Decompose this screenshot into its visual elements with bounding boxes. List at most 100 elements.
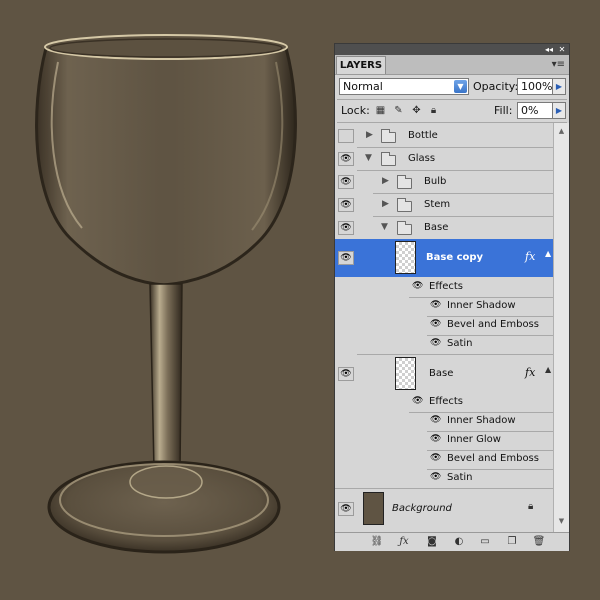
eye-icon[interactable]: 👁︎	[430, 472, 441, 482]
tab-layers[interactable]: LAYERS	[336, 56, 386, 74]
chevron-down-icon[interactable]: ▼	[454, 80, 467, 93]
eye-icon[interactable]: 👁︎	[338, 198, 354, 212]
scroll-down-icon[interactable]: ▼	[555, 515, 568, 528]
effect-item[interactable]: 👁︎ Satin	[335, 470, 553, 489]
expand-arrow-icon[interactable]: ▶	[366, 130, 373, 140]
effect-name: Inner Shadow	[447, 300, 516, 311]
opacity-arrow-button[interactable]: ▶	[552, 78, 566, 95]
effect-item[interactable]: 👁︎ Bevel and Emboss	[335, 317, 553, 336]
wine-glass-illustration	[35, 34, 297, 554]
delete-layer-icon[interactable]: 🗑︎	[532, 535, 546, 548]
eye-icon[interactable]: 👁︎	[430, 415, 441, 425]
layer-row-base-group[interactable]: 👁︎ ▼ Base	[335, 217, 553, 239]
fx-icon[interactable]: fx	[525, 366, 535, 379]
visibility-toggle[interactable]: ●	[338, 129, 354, 143]
new-adjustment-layer-icon[interactable]: ◐	[452, 535, 466, 548]
collapse-arrow-icon[interactable]: ▼	[381, 222, 388, 232]
effects-header[interactable]: 👁︎ Effects	[335, 279, 553, 298]
effects-label: Effects	[429, 281, 463, 292]
layer-row-bottle[interactable]: ● ▶ Bottle	[335, 125, 553, 148]
eye-icon[interactable]: 👁︎	[430, 453, 441, 463]
panel-titlebar[interactable]: ◂◂ ✕	[335, 44, 569, 55]
eye-icon[interactable]: 👁︎	[338, 502, 354, 516]
blend-mode-value: Normal	[343, 80, 383, 93]
blend-mode-select[interactable]: Normal ▼	[339, 78, 469, 95]
add-layer-style-icon[interactable]: ƒx	[397, 535, 411, 548]
lock-label: Lock:	[341, 104, 370, 117]
effect-item[interactable]: 👁︎ Satin	[335, 336, 553, 355]
divider	[337, 99, 567, 100]
fill-arrow-button[interactable]: ▶	[552, 102, 566, 119]
eye-icon[interactable]: 👁︎	[430, 300, 441, 310]
layer-thumbnail	[363, 492, 384, 525]
layer-list: ● ▶ Bottle 👁︎ ▼ Glass 👁︎ ▶ Bulb 👁︎ ▶	[335, 123, 553, 532]
eye-icon[interactable]: 👁︎	[338, 251, 354, 265]
layer-row-glass[interactable]: 👁︎ ▼ Glass	[335, 148, 553, 171]
glass-stem	[149, 283, 183, 471]
add-layer-mask-icon[interactable]: ◙	[425, 535, 439, 548]
collapse-effects-arrow-icon[interactable]: ▲	[545, 365, 551, 374]
layer-name: Glass	[408, 153, 436, 164]
lock-position-icon[interactable]: ✥	[411, 105, 422, 116]
lock-icon: 🔒︎	[528, 501, 534, 512]
folder-icon	[397, 221, 412, 235]
effect-name: Inner Shadow	[447, 415, 516, 426]
layer-row-background[interactable]: 👁︎ Background 🔒︎	[335, 489, 553, 529]
eye-icon[interactable]: 👁︎	[338, 367, 354, 381]
link-layers-icon[interactable]: ⛓	[370, 535, 384, 548]
fill-label: Fill:	[494, 104, 513, 117]
eye-icon[interactable]: 👁︎	[430, 319, 441, 329]
lock-all-icon[interactable]: 🔒︎	[428, 105, 439, 116]
lock-image-pixels-icon[interactable]: ✎	[393, 105, 404, 116]
folder-icon	[381, 129, 396, 143]
folder-icon	[397, 175, 412, 189]
new-group-icon[interactable]: ▭	[478, 535, 492, 548]
collapse-panel-button[interactable]: ◂◂	[543, 44, 555, 55]
opacity-label: Opacity:	[473, 80, 519, 93]
eye-icon[interactable]: 👁︎	[430, 338, 441, 348]
panel-menu-icon[interactable]: ▾≡	[552, 59, 565, 70]
effect-name: Bevel and Emboss	[447, 453, 539, 464]
eye-icon[interactable]: 👁︎	[430, 434, 441, 444]
layer-row-base-copy-selected[interactable]: 👁︎ Base copy fx ▲	[335, 239, 553, 277]
eye-icon[interactable]: 👁︎	[338, 152, 354, 166]
folder-icon	[397, 198, 412, 212]
folder-icon	[381, 152, 396, 166]
effect-item[interactable]: 👁︎ Inner Shadow	[335, 413, 553, 432]
layer-name: Background	[392, 503, 452, 514]
layer-thumbnail	[395, 357, 416, 390]
layer-name: Base	[424, 222, 449, 233]
collapse-effects-arrow-icon[interactable]: ▲	[545, 249, 551, 258]
opacity-field[interactable]: 100%	[517, 78, 553, 95]
effects-header[interactable]: 👁︎ Effects	[335, 394, 553, 413]
eye-icon[interactable]: 👁︎	[338, 221, 354, 235]
collapse-arrow-icon[interactable]: ▼	[365, 153, 372, 163]
expand-arrow-icon[interactable]: ▶	[382, 176, 389, 186]
new-layer-icon[interactable]: ❐	[505, 535, 519, 548]
effect-name: Satin	[447, 338, 473, 349]
layer-name: Base	[429, 368, 454, 379]
layer-name: Stem	[424, 199, 451, 210]
layer-name: Base copy	[426, 252, 484, 263]
effect-item[interactable]: 👁︎ Inner Shadow	[335, 298, 553, 317]
glass-bowl	[35, 46, 297, 287]
panel-tab-row: LAYERS ▾≡	[335, 55, 569, 75]
layer-row-base[interactable]: 👁︎ Base fx ▲	[335, 355, 553, 393]
close-panel-button[interactable]: ✕	[556, 44, 568, 55]
effect-item[interactable]: 👁︎ Inner Glow	[335, 432, 553, 451]
eye-icon[interactable]: 👁︎	[338, 175, 354, 189]
layer-list-scrollbar[interactable]: ▲ ▼	[553, 123, 569, 532]
layer-row-stem[interactable]: 👁︎ ▶ Stem	[335, 194, 553, 217]
panel-footer-toolbar: ⛓ ƒx ◙ ◐ ▭ ❐ 🗑︎	[335, 532, 569, 551]
layer-row-bulb[interactable]: 👁︎ ▶ Bulb	[335, 171, 553, 194]
eye-icon[interactable]: 👁︎	[412, 281, 423, 291]
lock-transparent-pixels-icon[interactable]: ▦	[375, 105, 386, 116]
fx-icon[interactable]: fx	[525, 250, 535, 263]
eye-icon[interactable]: 👁︎	[412, 396, 423, 406]
layers-panel: ◂◂ ✕ LAYERS ▾≡ Normal ▼ Opacity: 100% ▶ …	[334, 43, 570, 551]
fill-field[interactable]: 0%	[517, 102, 553, 119]
effect-item[interactable]: 👁︎ Bevel and Emboss	[335, 451, 553, 470]
layer-name: Bulb	[424, 176, 447, 187]
scroll-up-icon[interactable]: ▲	[555, 125, 568, 138]
expand-arrow-icon[interactable]: ▶	[382, 199, 389, 209]
